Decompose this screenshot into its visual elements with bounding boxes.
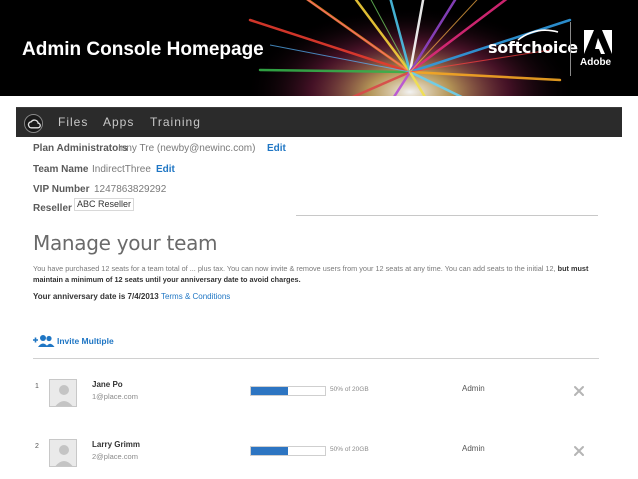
list-divider: [33, 358, 599, 359]
creative-cloud-icon[interactable]: [24, 114, 43, 133]
plan-admins-label: Plan Administrators: [33, 143, 128, 154]
member-role: Admin: [462, 444, 485, 453]
user-silhouette-icon: [55, 385, 73, 406]
member-row: 2 Larry Grimm 2@place.com 50% of 20GB Ad…: [0, 439, 638, 473]
users-plus-icon: [33, 335, 55, 347]
section-divider: [296, 215, 598, 216]
member-role: Admin: [462, 384, 485, 393]
member-email: 1@place.com: [92, 392, 138, 401]
reseller-label: Reseller: [33, 203, 72, 214]
member-name: Jane Po: [92, 380, 123, 389]
plan-admins-edit-link[interactable]: Edit: [267, 143, 286, 154]
storage-usage-text: 50% of 20GB: [330, 386, 369, 393]
title-banner: Admin Console Homepage softchoice Adobe: [0, 0, 638, 96]
team-name-label: Team Name: [33, 164, 89, 175]
vip-number-value: 1247863829292: [94, 184, 167, 195]
seats-description: You have purchased 12 seats for a team t…: [33, 264, 603, 285]
invite-multiple-button[interactable]: Invite Multiple: [33, 333, 114, 349]
terms-conditions-link[interactable]: Terms & Conditions: [161, 292, 230, 301]
vip-number-label: VIP Number: [33, 184, 90, 195]
storage-usage-fill: [251, 387, 288, 395]
invite-multiple-label: Invite Multiple: [57, 336, 114, 346]
avatar: [49, 379, 77, 407]
manage-team-heading: Manage your team: [33, 231, 218, 255]
member-row: 1 Jane Po 1@place.com 50% of 20GB Admin: [0, 379, 638, 413]
storage-usage-bar: [250, 446, 326, 456]
team-name-value: IndirectThree: [92, 164, 151, 175]
close-icon[interactable]: [573, 385, 585, 397]
anniversary-date-text: Your anniversary date is 7/4/2013: [33, 292, 159, 301]
avatar: [49, 439, 77, 467]
storage-usage-fill: [251, 447, 288, 455]
page: Admin Console Homepage softchoice Adobe …: [0, 0, 638, 479]
reseller-tooltip: ABC Reseller: [74, 198, 135, 211]
member-name: Larry Grimm: [92, 440, 141, 449]
member-email: 2@place.com: [92, 452, 138, 461]
adobe-logo-text: Adobe: [580, 57, 612, 68]
seats-description-text: You have purchased 12 seats for a team t…: [33, 264, 556, 273]
nav-training[interactable]: Training: [150, 115, 201, 129]
team-name-edit-link[interactable]: Edit: [156, 164, 175, 175]
storage-usage-text: 50% of 20GB: [330, 446, 369, 453]
plan-admins-value: Inny Tre (newby@newinc.com): [118, 143, 256, 154]
softchoice-logo: softchoice: [488, 38, 578, 57]
nav-apps[interactable]: Apps: [103, 115, 134, 129]
member-row-number: 2: [35, 443, 39, 450]
app-navbar: Files Apps Training: [16, 107, 622, 137]
member-row-number: 1: [35, 383, 39, 390]
close-icon[interactable]: [573, 445, 585, 457]
storage-usage-bar: [250, 386, 326, 396]
adobe-logo-icon: [584, 30, 612, 54]
anniversary-line: Your anniversary date is 7/4/2013 Terms …: [33, 292, 230, 301]
brand-divider: [570, 22, 571, 76]
nav-files[interactable]: Files: [58, 115, 88, 129]
user-silhouette-icon: [55, 445, 73, 466]
page-title: Admin Console Homepage: [18, 35, 268, 65]
